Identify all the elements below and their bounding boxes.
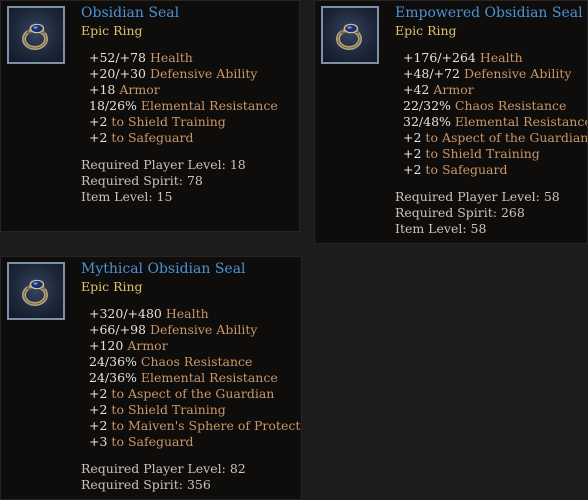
requirement-line: Required Player Level: 18: [81, 157, 246, 172]
requirement-line: Required Player Level: 82: [81, 461, 246, 476]
stat-line: +52/+78 Health: [89, 50, 278, 66]
stat-label: Defensive Ability: [463, 66, 572, 81]
stat-label: to Aspect of the Guardian: [425, 130, 588, 145]
requirement-line: Required Spirit: 268: [395, 205, 525, 220]
stat-value: +2: [403, 162, 422, 177]
stat-line: +66/+98 Defensive Ability: [89, 322, 301, 338]
item-requirements-list: Required Player Level: 82 Required Spirit…: [81, 461, 246, 493]
stat-value: 32/48%: [403, 114, 451, 129]
stat-label: Health: [479, 50, 523, 65]
stat-value: 22/32%: [403, 98, 451, 113]
stat-label: to Safeguard: [425, 162, 508, 177]
stat-value: +2: [403, 146, 422, 161]
stat-line: +2 to Shield Training: [89, 114, 278, 130]
stat-line: +2 to Safeguard: [403, 162, 587, 178]
stat-label: to Maiven's Sphere of Protection: [111, 418, 302, 433]
stat-label: to Aspect of the Guardian: [111, 386, 275, 401]
stat-value: +2: [89, 114, 108, 129]
item-icon-frame: [321, 6, 379, 64]
item-stats-list: +176/+264 Health +48/+72 Defensive Abilit…: [403, 50, 588, 178]
stat-label: to Safeguard: [111, 434, 194, 449]
stat-label: Armor: [433, 82, 474, 97]
stat-line: +120 Armor: [89, 338, 301, 354]
stat-label: to Shield Training: [111, 402, 226, 417]
stat-line: +48/+72 Defensive Ability: [403, 66, 587, 82]
stat-label: Armor: [119, 82, 160, 97]
item-icon-frame: [7, 6, 65, 64]
stat-label: Chaos Resistance: [140, 354, 253, 369]
stat-value: +2: [89, 130, 108, 145]
item-rarity: Epic Ring: [395, 23, 457, 38]
stat-label: to Shield Training: [111, 114, 226, 129]
obsidian-ring-icon: [22, 23, 48, 50]
item-name: Mythical Obsidian Seal: [81, 261, 246, 277]
stat-line: 22/32% Chaos Resistance: [403, 98, 587, 114]
stat-label: Chaos Resistance: [454, 98, 567, 113]
stat-label: Elemental Resistance: [454, 114, 588, 129]
item-stats-list: +52/+78 Health +20/+30 Defensive Ability +…: [89, 50, 278, 146]
stat-label: to Safeguard: [111, 130, 194, 145]
obsidian-ring-icon: [22, 279, 48, 306]
stat-line: +2 to Shield Training: [403, 146, 587, 162]
stat-value: +20/+30: [89, 66, 146, 81]
stat-line: +18 Armor: [89, 82, 278, 98]
stat-value: +48/+72: [403, 66, 460, 81]
item-tooltip-obsidian-seal: Obsidian Seal Epic Ring +52/+78 Health +2…: [0, 0, 300, 232]
stat-label: Elemental Resistance: [140, 98, 278, 113]
stat-line: +320/+480 Health: [89, 306, 301, 322]
stat-line: +2 to Aspect of the Guardian: [403, 130, 588, 146]
stat-line: +20/+30 Defensive Ability: [89, 66, 278, 82]
item-name: Obsidian Seal: [81, 5, 180, 21]
stat-line: +176/+264 Health: [403, 50, 587, 66]
item-tooltip-mythical-obsidian-seal: Mythical Obsidian Seal Epic Ring +320/+4…: [0, 256, 302, 500]
stat-line: 32/48% Elemental Resistance: [403, 114, 588, 130]
requirement-line: Required Spirit: 356: [81, 477, 211, 492]
stat-line: 24/36% Chaos Resistance: [89, 354, 301, 370]
stat-line: +2 to Aspect of the Guardian: [89, 386, 301, 402]
item-icon-frame: [7, 262, 65, 320]
stat-line: 18/26% Elemental Resistance: [89, 98, 278, 114]
stat-line: +2 to Maiven's Sphere of Protection: [89, 418, 302, 434]
item-name: Empowered Obsidian Seal: [395, 5, 583, 21]
stat-line: +2 to Shield Training: [89, 402, 301, 418]
stat-value: 24/36%: [89, 370, 137, 385]
stat-label: Armor: [127, 338, 168, 353]
stat-line: +2 to Safeguard: [89, 130, 278, 146]
stat-label: Defensive Ability: [149, 322, 258, 337]
stat-value: 24/36%: [89, 354, 137, 369]
stat-value: 18/26%: [89, 98, 137, 113]
obsidian-ring-icon: [336, 23, 362, 50]
stat-value: +2: [89, 418, 108, 433]
stat-label: Health: [165, 306, 209, 321]
stat-line: 24/36% Elemental Resistance: [89, 370, 301, 386]
item-rarity: Epic Ring: [81, 279, 143, 294]
stat-label: Health: [149, 50, 193, 65]
stat-value: +42: [403, 82, 430, 97]
stat-value: +52/+78: [89, 50, 146, 65]
stat-label: Elemental Resistance: [140, 370, 278, 385]
stat-value: +2: [89, 386, 108, 401]
stat-value: +120: [89, 338, 124, 353]
item-rarity: Epic Ring: [81, 23, 143, 38]
stat-value: +320/+480: [89, 306, 162, 321]
stat-label: Defensive Ability: [149, 66, 258, 81]
stat-value: +18: [89, 82, 116, 97]
stat-value: +3: [89, 434, 108, 449]
requirement-line: Item Level: 58: [395, 221, 487, 236]
item-requirements-list: Required Player Level: 18 Required Spirit…: [81, 157, 246, 205]
requirement-line: Required Player Level: 58: [395, 189, 560, 204]
stat-value: +66/+98: [89, 322, 146, 337]
item-requirements-list: Required Player Level: 58 Required Spirit…: [395, 189, 560, 237]
stat-line: +42 Armor: [403, 82, 587, 98]
stat-label: to Shield Training: [425, 146, 540, 161]
requirement-line: Item Level: 15: [81, 189, 173, 204]
stat-value: +2: [89, 402, 108, 417]
requirement-line: Required Spirit: 78: [81, 173, 203, 188]
stat-value: +2: [403, 130, 422, 145]
item-stats-list: +320/+480 Health +66/+98 Defensive Abilit…: [89, 306, 302, 450]
item-tooltip-empowered-obsidian-seal: Empowered Obsidian Seal Epic Ring +176/+…: [314, 0, 588, 244]
stat-value: +176/+264: [403, 50, 476, 65]
stat-line: +3 to Safeguard: [89, 434, 301, 450]
